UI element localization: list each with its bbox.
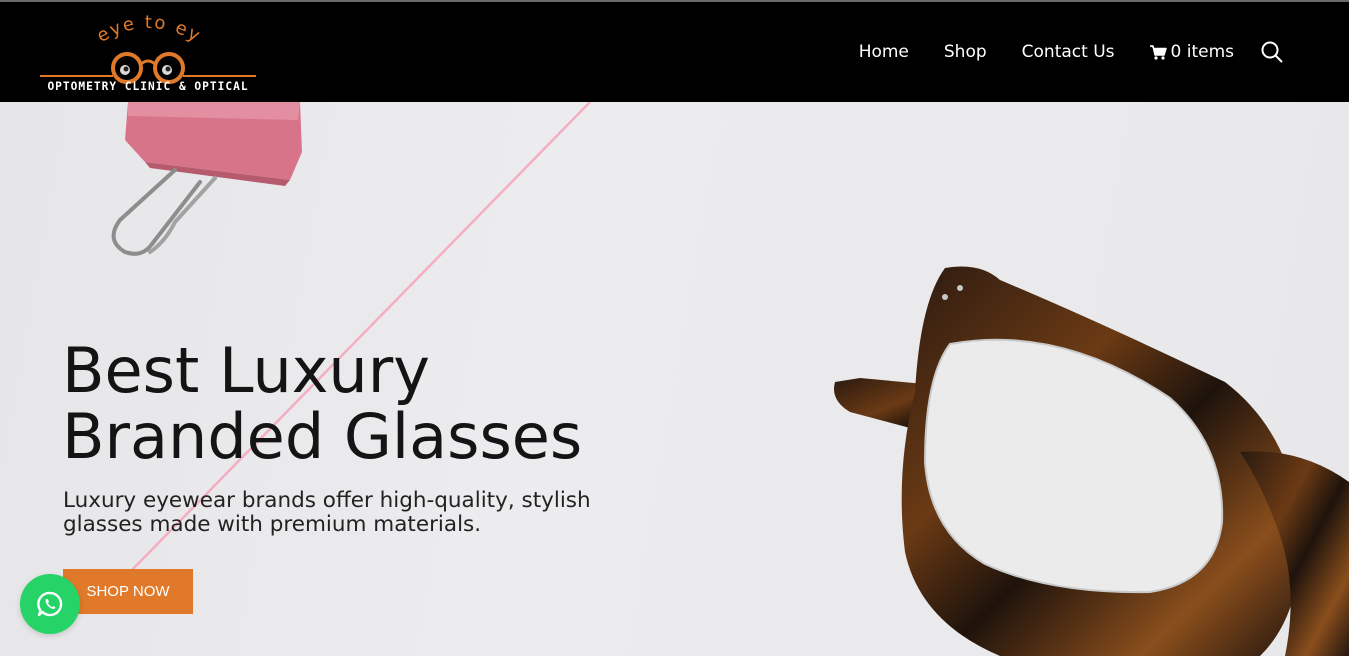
whatsapp-icon [37,591,63,617]
hero-title-line2: Branded Glasses [62,400,583,473]
search-icon [1261,41,1283,63]
binder-clip-image [111,102,302,256]
search-button[interactable] [1261,41,1283,63]
cart-count: 0 items [1170,42,1234,62]
logo-subtitle: OPTOMETRY CLINIC & OPTICAL [47,80,249,93]
nav-home[interactable]: Home [859,42,909,62]
site-header: eye to eye OPTOMETRY CLINIC & OPTICAL Ho… [0,2,1349,102]
hero-description: Luxury eyewear brands offer high-quality… [63,488,591,537]
whatsapp-chat-button[interactable] [20,574,80,634]
svg-text:eye to eye: eye to eye [40,12,205,47]
nav-contact-us[interactable]: Contact Us [1022,42,1115,62]
cart-icon [1149,44,1167,60]
hero-title: Best Luxury Branded Glasses [62,338,762,470]
hero-banner: Best Luxury Branded Glasses Luxury eyewe… [0,102,1349,656]
site-logo[interactable]: eye to eye OPTOMETRY CLINIC & OPTICAL [40,12,256,96]
tortoise-glasses-image [834,266,1349,656]
cart-link[interactable]: 0 items [1149,42,1234,62]
hero-title-line1: Best Luxury [62,334,430,407]
nav-shop[interactable]: Shop [944,42,987,62]
main-nav: Home Shop Contact Us 0 items [859,2,1283,102]
shop-now-button[interactable]: SHOP NOW [63,569,193,614]
